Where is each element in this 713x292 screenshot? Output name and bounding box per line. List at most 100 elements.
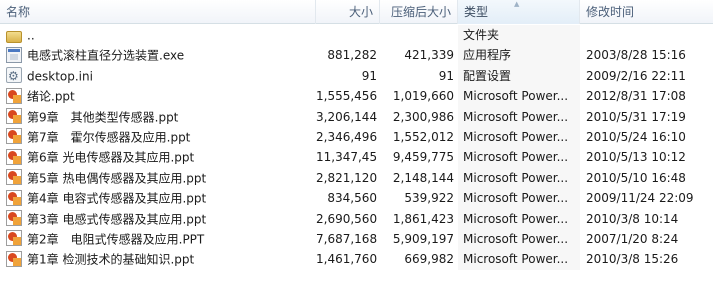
packed-size: 1,552,012 bbox=[392, 129, 454, 144]
file-row[interactable]: 绪论.ppt 1,555,456 1,019,660 Microsoft Power.… bbox=[0, 86, 713, 107]
file-name-cell[interactable]: .. bbox=[6, 25, 312, 45]
file-name: 第2章 电阻式传感器及应用.PPT bbox=[27, 232, 205, 247]
file-size: 2,690,560 bbox=[316, 211, 377, 226]
ppt-file-icon bbox=[6, 169, 22, 186]
packed-size: 669,982 bbox=[404, 252, 454, 267]
file-row[interactable]: 第3章 电感式传感器及其应用.ppt 2,690,560 1,861,423 Micr… bbox=[0, 208, 713, 229]
packed-size: 421,339 bbox=[404, 48, 454, 63]
ppt-file-icon bbox=[6, 87, 22, 104]
modified-time: 2009/2/16 22:11 bbox=[586, 68, 686, 83]
file-size: 834,560 bbox=[327, 191, 377, 206]
column-header-size[interactable]: 大小 bbox=[316, 0, 380, 24]
file-type: Microsoft Power... bbox=[463, 109, 569, 124]
column-header-packed-size[interactable]: 压缩后大小 bbox=[380, 0, 458, 24]
file-size: 11,347,456 bbox=[316, 150, 377, 165]
packed-size: 1,019,660 bbox=[392, 89, 454, 104]
file-size: 881,282 bbox=[327, 48, 377, 63]
file-name-cell[interactable]: 第9章 其他类型传感器.ppt bbox=[6, 107, 312, 127]
file-size: 2,821,120 bbox=[316, 170, 377, 185]
file-type: Microsoft Power... bbox=[463, 211, 569, 226]
modified-time: 2010/3/8 10:14 bbox=[586, 211, 679, 226]
file-row[interactable]: 第6章 光电传感器及其应用.ppt 11,347,456 9,459,775 Micr… bbox=[0, 147, 713, 168]
file-size: 91 bbox=[361, 68, 377, 83]
file-row[interactable]: 第2章 电阻式传感器及应用.PPT 7,687,168 5,909,197 Micro… bbox=[0, 228, 713, 250]
file-type: Microsoft Power... bbox=[463, 170, 569, 185]
file-row[interactable]: 电感式滚柱直径分选装置.exe 881,282 421,339 应用程序 2003/8/… bbox=[0, 45, 713, 66]
packed-size: 1,861,423 bbox=[392, 211, 454, 226]
column-header-bar: 名称 大小 压缩后大小 类型 ▲ 修改时间 bbox=[0, 0, 713, 24]
file-name-cell[interactable]: desktop.ini bbox=[6, 66, 312, 86]
file-name-cell[interactable]: 电感式滚柱直径分选装置.exe bbox=[6, 45, 312, 65]
sort-ascending-icon: ▲ bbox=[514, 0, 520, 8]
file-name-cell[interactable]: 绪论.ppt bbox=[6, 86, 312, 106]
column-header-type-label: 类型 bbox=[464, 5, 489, 19]
file-name: .. bbox=[27, 28, 35, 43]
file-row[interactable]: 第4章 电容式传感器及其应用.ppt 834,560 539,922 Microsof… bbox=[0, 188, 713, 209]
file-name: 第9章 其他类型传感器.ppt bbox=[27, 110, 179, 125]
file-type: Microsoft Power... bbox=[463, 191, 569, 206]
file-name: 第4章 电容式传感器及其应用.ppt bbox=[27, 191, 207, 206]
file-rows: .. 文件夹电感式滚柱直径分选装置.exe 881,282 421,339 应用程序 20… bbox=[0, 25, 713, 270]
column-header-type[interactable]: 类型 ▲ bbox=[458, 0, 580, 24]
file-row[interactable]: 第9章 其他类型传感器.ppt 3,206,144 2,300,986 Microso… bbox=[0, 106, 713, 127]
file-row[interactable]: 第7章 霍尔传感器及应用.ppt 2,346,496 1,552,012 Micros… bbox=[0, 126, 713, 148]
file-name: 第6章 光电传感器及其应用.ppt bbox=[27, 150, 195, 165]
file-name: 第1章 检测技术的基础知识.ppt bbox=[27, 252, 195, 267]
file-name-cell[interactable]: 第1章 检测技术的基础知识.ppt bbox=[6, 249, 312, 269]
file-size: 1,461,760 bbox=[316, 252, 377, 267]
ppt-file-icon bbox=[6, 210, 22, 227]
file-name-cell[interactable]: 第5章 热电偶传感器及其应用.ppt bbox=[6, 168, 312, 188]
file-size: 7,687,168 bbox=[316, 231, 377, 246]
file-row[interactable]: 第1章 检测技术的基础知识.ppt 1,461,760 669,982 Microso… bbox=[0, 249, 713, 270]
ppt-file-icon bbox=[6, 108, 22, 125]
file-type: 文件夹 bbox=[463, 28, 500, 42]
ppt-file-icon bbox=[6, 148, 22, 165]
modified-time: 2010/5/24 16:10 bbox=[586, 129, 686, 144]
file-size: 1,555,456 bbox=[316, 89, 377, 104]
modified-time: 2012/8/31 17:08 bbox=[586, 89, 686, 104]
file-type: 配置设置 bbox=[463, 68, 512, 83]
file-name: 绪论.ppt bbox=[27, 89, 75, 104]
file-type: Microsoft Power... bbox=[463, 89, 569, 104]
modified-time bbox=[586, 25, 711, 45]
folder-icon bbox=[6, 30, 22, 43]
file-name: 第3章 电感式传感器及其应用.ppt bbox=[27, 212, 207, 227]
file-type: 应用程序 bbox=[463, 48, 512, 63]
file-type: Microsoft Power... bbox=[463, 150, 569, 165]
ini-file-icon bbox=[6, 66, 22, 86]
file-size bbox=[316, 25, 377, 45]
packed-size: 2,148,144 bbox=[392, 170, 454, 185]
file-name-cell[interactable]: 第4章 电容式传感器及其应用.ppt bbox=[6, 188, 312, 208]
packed-size: 9,459,775 bbox=[392, 150, 454, 165]
file-list[interactable]: 名称 大小 压缩后大小 类型 ▲ 修改时间 .. 文件夹电感式滚柱直径分选装置.e… bbox=[0, 0, 713, 292]
ppt-file-icon bbox=[6, 128, 22, 145]
packed-size: 91 bbox=[438, 68, 454, 83]
file-type: Microsoft Power... bbox=[463, 252, 569, 267]
file-name: 电感式滚柱直径分选装置.exe bbox=[27, 48, 185, 63]
ppt-file-icon bbox=[6, 250, 22, 267]
modified-time: 2010/5/10 16:48 bbox=[586, 170, 686, 185]
modified-time: 2010/3/8 15:26 bbox=[586, 252, 679, 267]
file-name-cell[interactable]: 第3章 电感式传感器及其应用.ppt bbox=[6, 209, 312, 229]
file-name: desktop.ini bbox=[27, 69, 93, 84]
file-size: 3,206,144 bbox=[316, 109, 377, 124]
packed-size bbox=[380, 25, 454, 45]
file-name: 第5章 热电偶传感器及其应用.ppt bbox=[27, 171, 207, 186]
column-header-name[interactable]: 名称 bbox=[0, 0, 316, 24]
file-name-cell[interactable]: 第6章 光电传感器及其应用.ppt bbox=[6, 147, 312, 167]
modified-time: 2009/11/24 22:09 bbox=[586, 191, 694, 206]
ppt-file-icon bbox=[6, 189, 22, 206]
file-row[interactable]: desktop.ini 91 91 配置设置 2009/2/16 22:11 bbox=[0, 65, 713, 87]
packed-size: 5,909,197 bbox=[392, 231, 454, 246]
file-name-cell[interactable]: 第7章 霍尔传感器及应用.ppt bbox=[6, 127, 312, 147]
file-row[interactable]: 第5章 热电偶传感器及其应用.ppt 2,821,120 2,148,144 Micr… bbox=[0, 167, 713, 189]
file-row[interactable]: .. 文件夹 bbox=[0, 25, 713, 46]
packed-size: 2,300,986 bbox=[392, 109, 454, 124]
exe-file-icon bbox=[6, 46, 22, 63]
modified-time: 2007/1/20 8:24 bbox=[586, 231, 679, 246]
file-type: Microsoft Power... bbox=[463, 231, 569, 246]
file-name-cell[interactable]: 第2章 电阻式传感器及应用.PPT bbox=[6, 229, 312, 249]
ppt-file-icon bbox=[6, 230, 22, 247]
packed-size: 539,922 bbox=[404, 191, 454, 206]
column-header-modified[interactable]: 修改时间 bbox=[580, 0, 713, 24]
